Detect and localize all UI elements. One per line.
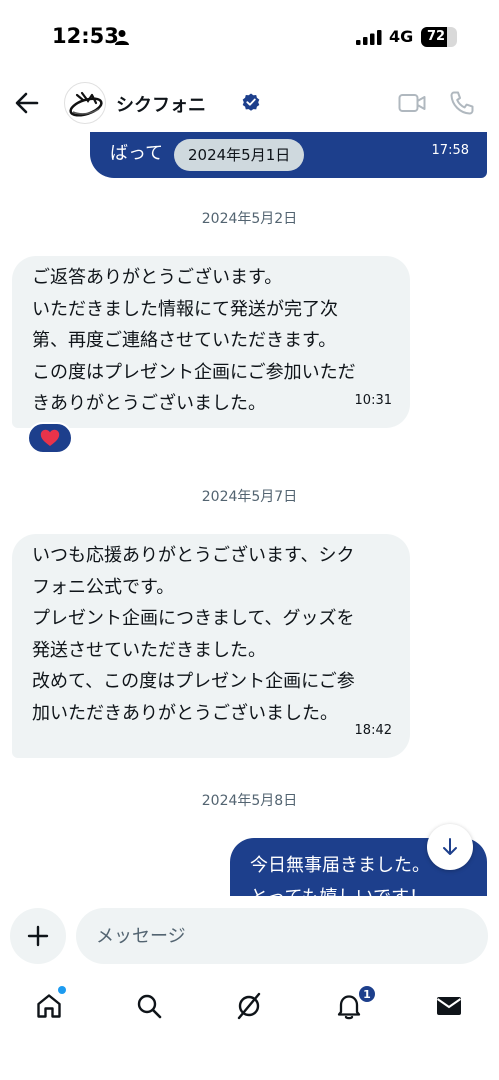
message-line: プレゼント企画につきまして、グッズを xyxy=(32,608,355,629)
home-unread-dot xyxy=(58,986,66,994)
status-bar: 12:53 4G 72 xyxy=(0,0,499,76)
date-separator: 2024年5月8日 xyxy=(201,793,298,809)
floating-date-pill: 2024年5月1日 xyxy=(174,139,305,171)
tab-messages[interactable] xyxy=(424,986,474,1026)
search-icon xyxy=(137,994,162,1019)
message-line: 第、再度ご連絡させていただきます。 xyxy=(32,330,337,351)
scroll-to-bottom-button[interactable] xyxy=(427,824,473,870)
message-bubble-incoming[interactable]: ご返答ありがとうございます。 いただきました情報にて発送が完了次 第、再度ご連絡… xyxy=(12,256,410,428)
status-time: 12:53 xyxy=(52,24,119,48)
message-text: ばって xyxy=(110,143,164,164)
home-icon xyxy=(37,994,61,1018)
messages-icon xyxy=(436,997,462,1015)
contact-name[interactable]: シクフォニ xyxy=(116,91,206,117)
message-input[interactable] xyxy=(76,908,488,964)
tab-search[interactable] xyxy=(124,986,174,1026)
message-line: 改めて、この度はプレゼント企画にご参 xyxy=(32,671,355,692)
heart-reaction[interactable] xyxy=(27,422,73,454)
tab-grok[interactable] xyxy=(224,986,274,1026)
message-list[interactable]: ばって 17:58 2024年5月1日 2024年5月2日 ご返答ありがとうござ… xyxy=(0,132,499,896)
plus-icon xyxy=(27,925,49,947)
bottom-tab-bar: 1 xyxy=(0,978,499,1080)
message-time: 10:31 xyxy=(354,392,392,408)
battery-level: 72 xyxy=(426,29,446,44)
message-line: 加いただきありがとうございました。 xyxy=(32,702,338,724)
conversation-header: シクフォニ xyxy=(0,76,499,132)
message-line: いただきました情報にて発送が完了次 xyxy=(32,298,338,320)
date-separator: 2024年5月7日 xyxy=(201,489,298,505)
avatar[interactable] xyxy=(64,82,106,124)
person-icon xyxy=(115,30,129,45)
message-line: フォニ公式です。 xyxy=(32,576,175,598)
date-separator: 2024年5月2日 xyxy=(201,211,298,227)
video-camera-icon[interactable] xyxy=(398,92,426,114)
heart-icon xyxy=(40,429,60,446)
arrow-down-icon xyxy=(443,838,457,855)
message-time: 18:42 xyxy=(354,722,392,738)
network-type: 4G xyxy=(389,27,414,46)
message-line: この度はプレゼント企画にご参加いただ xyxy=(32,361,356,383)
message-time: 17:58 xyxy=(431,142,469,158)
grok-icon xyxy=(237,992,261,1020)
battery-indicator: 72 xyxy=(421,27,457,47)
message-bubble-incoming[interactable]: いつも応援ありがとうございます、シク フォニ公式です。 プレゼント企画につきまし… xyxy=(12,534,410,758)
add-attachment-button[interactable] xyxy=(10,908,66,964)
message-line: いつも応援ありがとうございます、シク xyxy=(32,545,355,566)
verified-badge-icon xyxy=(242,93,260,111)
message-composer xyxy=(0,896,499,978)
message-line: ご返答ありがとうございます。 xyxy=(32,267,283,288)
phone-icon[interactable] xyxy=(449,90,475,116)
tab-home[interactable] xyxy=(24,986,74,1026)
message-line: とっても嬉しいです！ xyxy=(250,882,469,897)
message-line: きありがとうございました。 xyxy=(32,393,266,414)
signal-icon xyxy=(356,30,382,45)
arrow-left-icon[interactable] xyxy=(12,88,42,118)
message-line: 発送させていただきました。 xyxy=(32,639,266,661)
notification-count-badge: 1 xyxy=(358,985,376,1003)
avatar-logo-icon xyxy=(69,91,103,117)
